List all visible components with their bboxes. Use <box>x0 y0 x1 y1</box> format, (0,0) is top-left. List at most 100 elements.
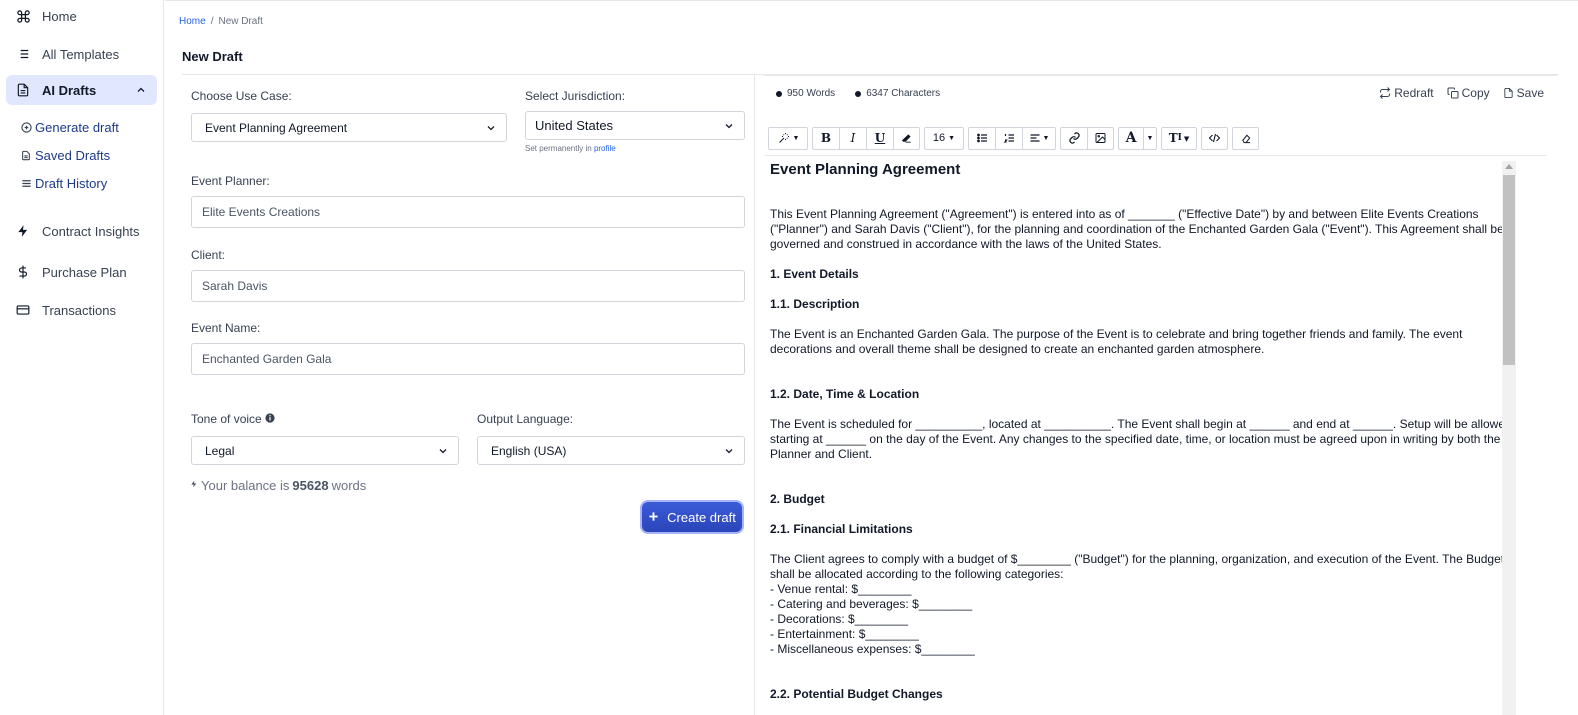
top-divider <box>165 0 1578 1</box>
text-color-button[interactable]: A <box>1118 126 1143 150</box>
image-icon <box>1095 133 1106 143</box>
dollar-icon <box>14 263 32 281</box>
editor-toolbar: ▼ B I U 16 ▼ ▼ A ▼ T I ▼ <box>768 126 1263 150</box>
sidebar-item-label: Home <box>42 8 77 24</box>
create-draft-label: Create draft <box>667 509 736 525</box>
eraser-button[interactable] <box>1232 126 1259 150</box>
profile-link[interactable]: profile <box>594 144 616 153</box>
sidebar-item-label: All Templates <box>42 46 120 62</box>
sidebar-item-all-templates[interactable]: All Templates <box>0 39 164 69</box>
numbered-list-icon <box>1003 134 1014 143</box>
chevron-up-icon[interactable] <box>135 84 147 96</box>
jurisdiction-select[interactable]: United States <box>525 111 745 140</box>
bold-button[interactable]: B <box>812 126 839 150</box>
document-title: Event Planning Agreement <box>770 161 961 178</box>
sidebar-subitem-generate-draft[interactable]: Generate draft <box>20 116 119 138</box>
text-color-dropdown[interactable]: ▼ <box>1143 126 1157 150</box>
character-count: 6347 Characters <box>855 88 940 99</box>
menu-icon <box>20 177 32 189</box>
sidebar-item-label: AI Drafts <box>42 82 97 98</box>
italic-button[interactable]: I <box>839 126 866 150</box>
sidebar-item-purchase-plan[interactable]: Purchase Plan <box>0 257 164 287</box>
section-heading: 1.2. Date, Time & Location <box>770 387 920 401</box>
word-count: 950 Words <box>776 88 835 99</box>
section-heading: 1. Event Details <box>770 267 859 281</box>
magic-style-button[interactable]: ▼ <box>768 126 808 150</box>
client-field[interactable]: Sarah Davis <box>191 270 745 302</box>
jurisdiction-label: Select Jurisdiction: <box>525 89 626 103</box>
file-icon <box>1504 87 1513 99</box>
info-icon[interactable] <box>265 412 275 426</box>
link-icon <box>1068 132 1080 144</box>
tone-label: Tone of voice <box>191 412 275 426</box>
refresh-icon <box>1380 87 1391 99</box>
code-view-button[interactable] <box>1201 126 1228 150</box>
scrollbar-thumb[interactable] <box>1503 175 1515 365</box>
client-label: Client: <box>191 248 226 262</box>
sidebar-item-ai-drafts[interactable]: AI Drafts <box>6 75 157 105</box>
balance-value: 95628 <box>292 478 329 493</box>
word-count-text: 950 Words <box>787 88 836 99</box>
document-scrollbar[interactable] <box>1502 161 1516 715</box>
image-button[interactable] <box>1087 126 1114 150</box>
sidebar-item-home[interactable]: Home <box>0 1 164 31</box>
language-select[interactable]: English (USA) <box>477 436 745 465</box>
event-planner-field[interactable]: Elite Events Creations <box>191 196 745 228</box>
file-icon <box>20 149 32 161</box>
bolt-icon <box>14 222 32 240</box>
main-content: Home / New Draft New Draft Choose Use Ca… <box>165 0 1578 715</box>
document-stats: 950 Words 6347 Characters <box>776 88 940 99</box>
align-left-icon <box>1030 134 1040 142</box>
character-count-text: 6347 Characters <box>866 88 941 99</box>
event-name-field[interactable]: Enchanted Garden Gala <box>191 343 745 375</box>
sidebar-item-transactions[interactable]: Transactions <box>0 295 164 325</box>
redraft-label: Redraft <box>1394 86 1434 100</box>
use-case-value: Event Planning Agreement <box>205 120 348 135</box>
editor-pane: 950 Words 6347 Characters Redraft Copy S… <box>764 75 1546 715</box>
clear-format-button[interactable] <box>893 126 920 150</box>
underline-button[interactable]: U <box>866 126 893 150</box>
font-size-select[interactable]: 16 ▼ <box>924 126 964 150</box>
copy-button[interactable]: Copy <box>1447 86 1490 100</box>
sidebar-item-label: Contract Insights <box>42 223 140 239</box>
use-case-select[interactable]: Event Planning Agreement <box>191 113 507 142</box>
section-heading: 2. Budget <box>770 492 825 506</box>
balance-prefix: Your balance is <box>201 478 290 493</box>
numbered-list-button[interactable] <box>995 126 1022 150</box>
chevron-down-icon <box>485 122 497 134</box>
breadcrumb-separator: / <box>210 16 214 27</box>
code-icon <box>1208 133 1221 143</box>
bullet-list-button[interactable] <box>968 126 995 150</box>
sidebar-item-label: Transactions <box>42 302 116 318</box>
sidebar: Home All Templates AI Drafts Generate dr… <box>0 0 164 715</box>
list-icon <box>14 45 32 63</box>
budget-list-item: - Miscellaneous expenses: $________ <box>770 642 975 656</box>
section-heading: 2.2. Potential Budget Changes <box>770 687 943 701</box>
sidebar-subitem-saved-drafts[interactable]: Saved Drafts <box>20 144 110 166</box>
align-select[interactable]: ▼ <box>1022 126 1056 150</box>
section-heading: 2.1. Financial Limitations <box>770 522 913 536</box>
link-button[interactable] <box>1060 126 1087 150</box>
sidebar-subitem-label: Saved Drafts <box>35 147 111 163</box>
text-style-select[interactable]: T I ▼ <box>1161 126 1197 150</box>
budget-list-item: - Decorations: $________ <box>770 612 909 626</box>
use-case-label: Choose Use Case: <box>191 89 292 103</box>
sidebar-subitem-draft-history[interactable]: Draft History <box>20 172 107 194</box>
editor-actions: Redraft Copy Save <box>1379 86 1544 100</box>
balance-suffix: words <box>331 478 367 493</box>
create-draft-button[interactable]: Create draft <box>642 502 742 532</box>
tone-select[interactable]: Legal <box>191 436 459 465</box>
scroll-up-arrow-icon[interactable] <box>1505 164 1513 169</box>
redraft-button[interactable]: Redraft <box>1379 86 1434 100</box>
eraser-icon <box>1241 134 1250 143</box>
event-name-label: Event Name: <box>191 321 261 335</box>
sidebar-item-contract-insights[interactable]: Contract Insights <box>0 216 164 246</box>
document-paragraph: This Event Planning Agreement ("Agreemen… <box>770 207 1504 251</box>
breadcrumb-home-link[interactable]: Home <box>179 16 206 27</box>
command-icon <box>14 7 32 25</box>
jurisdiction-hint: Set permanently in profile <box>525 144 616 153</box>
save-button[interactable]: Save <box>1503 86 1544 100</box>
document-body[interactable]: Event Planning Agreement This Event Plan… <box>770 161 1522 715</box>
